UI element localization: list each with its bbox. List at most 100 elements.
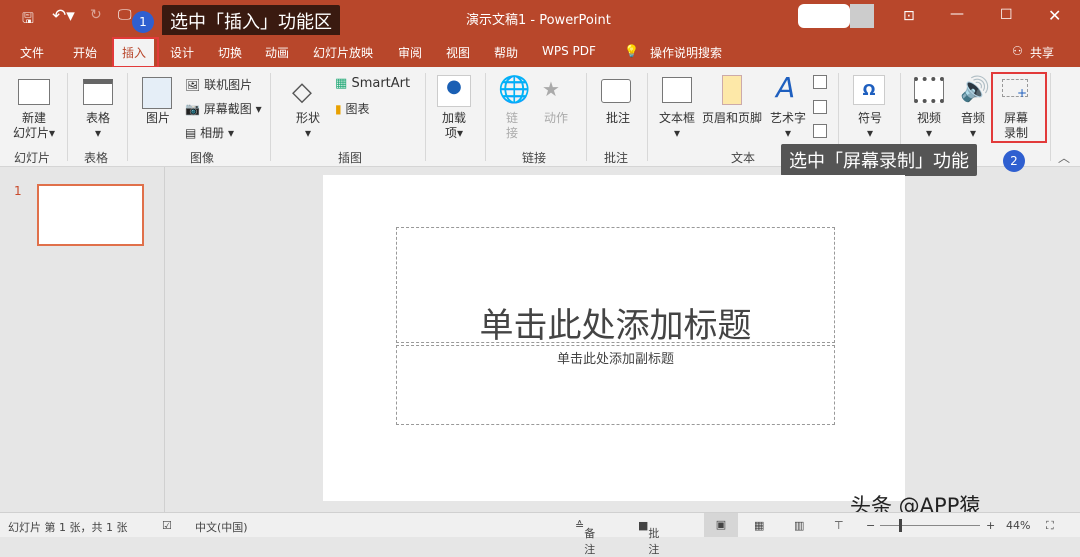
symbol-label: 符号 xyxy=(857,111,882,125)
chart-button[interactable]: ▮ 图表 xyxy=(335,100,369,117)
slide-thumbnail[interactable] xyxy=(37,184,144,246)
language[interactable]: 中文(中国) xyxy=(195,519,248,535)
link-label2: 接 xyxy=(505,126,518,140)
link-button[interactable]: 链接 xyxy=(500,111,524,141)
online-picture-label: 联机图片 xyxy=(204,78,253,92)
new-slide-icon xyxy=(18,79,50,105)
step-badge-1: 1 xyxy=(132,11,154,33)
zoom-in-button[interactable]: + xyxy=(986,519,995,532)
audio-button[interactable]: 音频 ▾ xyxy=(953,111,993,141)
zoom-slider-thumb[interactable] xyxy=(898,519,902,532)
tab-file[interactable]: 文件 xyxy=(20,44,44,61)
wordart-label: 艺术字 xyxy=(769,111,806,125)
table-label: 表格 xyxy=(85,111,110,125)
smartart-label: SmartArt xyxy=(351,76,411,91)
chart-label: 图表 xyxy=(345,102,370,116)
addins-button[interactable]: 加载 项▾ xyxy=(434,111,474,141)
date-time-icon[interactable] xyxy=(813,75,827,89)
textbox-icon xyxy=(662,77,692,103)
audio-icon: 🔊 xyxy=(960,75,990,103)
notes-label: 备注 xyxy=(584,527,596,556)
tab-transitions[interactable]: 切换 xyxy=(218,44,242,61)
share-button[interactable]: 共享 xyxy=(1030,44,1054,61)
video-icon xyxy=(914,77,944,103)
shapes-button[interactable]: 形状 ▾ xyxy=(288,111,328,141)
ribbon-tabs: 文件 开始 插入 设计 切换 动画 幻灯片放映 审阅 视图 帮助 WPS PDF… xyxy=(0,35,1080,69)
slide-info: 幻灯片 第 1 张，共 1 张 xyxy=(8,521,128,534)
action-icon: ★ xyxy=(542,77,560,101)
online-picture-button[interactable]: 🖼 联机图片 xyxy=(185,76,252,93)
share-icon[interactable]: ⚇ xyxy=(1012,44,1023,58)
header-footer-button[interactable]: 页眉和页脚 xyxy=(698,111,766,126)
ribbon-display-icon[interactable]: ⊡ xyxy=(903,8,915,24)
normal-view-icon[interactable]: ▣ xyxy=(704,513,738,537)
chart-icon: ▮ xyxy=(335,102,342,116)
fit-to-window-icon[interactable]: ⛶ xyxy=(1046,519,1054,533)
object-icon[interactable] xyxy=(813,124,827,138)
subtitle-placeholder[interactable]: 单击此处添加副标题 xyxy=(396,345,835,425)
save-icon[interactable]: 🖫 xyxy=(22,8,34,32)
zoom-out-button[interactable]: − xyxy=(866,519,875,532)
avatar[interactable] xyxy=(850,4,874,28)
tab-view[interactable]: 视图 xyxy=(446,44,470,61)
new-slide-label2: 幻灯片 xyxy=(12,126,49,140)
title-placeholder[interactable]: 单击此处添加标题 xyxy=(396,227,835,346)
header-footer-icon xyxy=(722,75,742,105)
video-label: 视频 xyxy=(916,111,941,125)
link-label: 链 xyxy=(505,111,518,125)
comments-button[interactable]: ■ 批注 xyxy=(638,519,659,556)
picture-icon xyxy=(142,77,172,109)
reading-view-icon[interactable]: ▥ xyxy=(794,519,804,532)
collapse-ribbon-icon[interactable]: ︿ xyxy=(1058,149,1070,166)
slide-number-icon[interactable] xyxy=(813,100,827,114)
symbol-button[interactable]: 符号 ▾ xyxy=(850,111,890,141)
callout-insert: 选中「插入」功能区 xyxy=(162,5,340,37)
group-label-links: 链接 xyxy=(522,151,547,165)
smartart-button[interactable]: ▦ SmartArt xyxy=(335,76,410,91)
tab-wps-pdf[interactable]: WPS PDF xyxy=(542,44,596,58)
search-tell-me[interactable]: 操作说明搜索 xyxy=(650,44,722,61)
wordart-button[interactable]: 艺术字 ▾ xyxy=(766,111,810,141)
zoom-level[interactable]: 44% xyxy=(1006,519,1030,532)
undo-icon[interactable]: ↶▾ xyxy=(52,6,75,26)
album-button[interactable]: ▤ 相册 ▾ xyxy=(185,124,234,141)
addins-label: 加载 xyxy=(441,111,466,125)
tab-slideshow[interactable]: 幻灯片放映 xyxy=(313,44,373,61)
slideshow-icon[interactable]: ⊤ xyxy=(834,519,844,532)
account-name[interactable] xyxy=(798,4,850,28)
picture-button[interactable]: 图片 xyxy=(140,111,176,126)
group-label-text: 文本 xyxy=(731,151,756,165)
action-button[interactable]: 动作 xyxy=(538,111,574,126)
tab-design[interactable]: 设计 xyxy=(170,44,194,61)
highlight-screen-recording xyxy=(991,72,1047,143)
slide-canvas: 单击此处添加标题 单击此处添加副标题 xyxy=(323,175,905,501)
maximize-button[interactable]: ☐ xyxy=(1000,7,1013,23)
redo-icon[interactable]: ↻ xyxy=(90,7,102,23)
symbol-icon: Ω xyxy=(853,75,885,105)
close-button[interactable]: ✕ xyxy=(1048,6,1061,25)
textbox-label: 文本框 xyxy=(658,111,695,125)
notes-button[interactable]: ≙ 备注 xyxy=(575,519,595,556)
slide-sorter-icon[interactable]: ▦ xyxy=(754,519,764,532)
minimize-button[interactable]: — xyxy=(950,6,964,22)
zoom-slider[interactable] xyxy=(880,525,980,526)
tab-animations[interactable]: 动画 xyxy=(265,44,289,61)
comment-button[interactable]: 批注 xyxy=(598,111,638,126)
shapes-icon: ◇ xyxy=(292,77,312,107)
tab-review[interactable]: 审阅 xyxy=(398,44,422,61)
table-button[interactable]: 表格 ▾ xyxy=(78,111,118,141)
accessibility-icon[interactable]: ☑ xyxy=(162,519,172,532)
screenshot-button[interactable]: 📷 屏幕截图 ▾ xyxy=(185,100,262,117)
smartart-icon: ▦ xyxy=(335,76,348,91)
presentation-icon[interactable]: 🖵 xyxy=(118,7,132,23)
new-slide-button[interactable]: 新建 幻灯片▾ xyxy=(10,111,58,141)
wordart-icon: A xyxy=(776,71,796,104)
tab-home[interactable]: 开始 xyxy=(73,44,97,61)
highlight-insert-tab xyxy=(112,37,159,68)
screenshot-label: 屏幕截图 xyxy=(203,102,252,116)
video-button[interactable]: 视频 ▾ xyxy=(909,111,949,141)
shapes-label: 形状 xyxy=(295,111,320,125)
step-badge-2: 2 xyxy=(1003,150,1025,172)
tab-help[interactable]: 帮助 xyxy=(494,44,518,61)
textbox-button[interactable]: 文本框 ▾ xyxy=(655,111,699,141)
